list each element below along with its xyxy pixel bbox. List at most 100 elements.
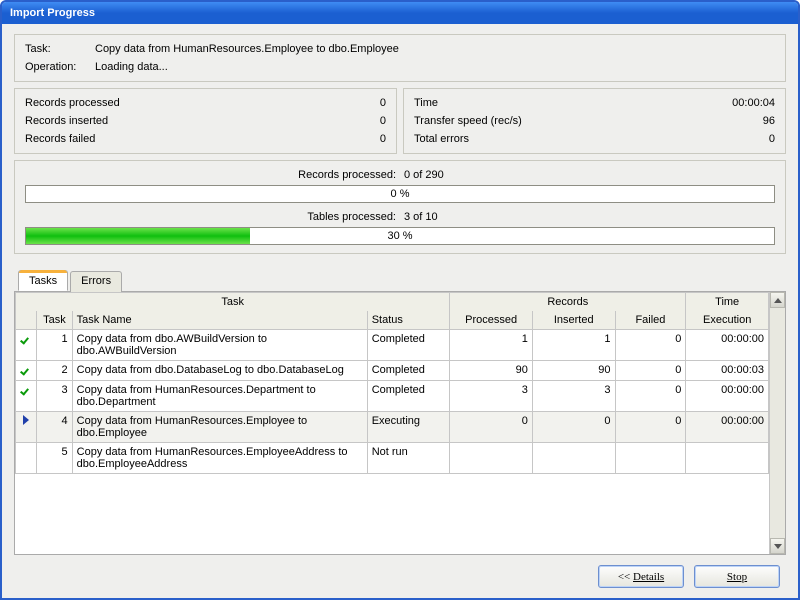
scroll-up-icon[interactable] — [770, 292, 785, 308]
task-execution — [686, 443, 769, 474]
task-failed: 0 — [615, 412, 686, 443]
tables-progress-bar: 30 % — [25, 227, 775, 245]
progress-panel: Records processed: 0 of 290 0 % Tables p… — [14, 160, 786, 254]
col-icon[interactable] — [16, 311, 37, 330]
records-progress-count: 0 of 290 — [400, 169, 775, 181]
task-name: Copy data from dbo.DatabaseLog to dbo.Da… — [72, 361, 367, 381]
records-progress-pct: 0 % — [26, 186, 774, 202]
task-status: Executing — [367, 412, 450, 443]
task-name: Copy data from HumanResources.Department… — [72, 381, 367, 412]
operation-label: Operation: — [25, 61, 95, 73]
task-status: Completed — [367, 381, 450, 412]
task-processed: 90 — [450, 361, 533, 381]
tab-tasks-label: Tasks — [29, 275, 57, 287]
tables-progress-caption: Tables processed: — [25, 211, 400, 223]
records-processed-value: 0 — [380, 97, 386, 109]
task-execution: 00:00:00 — [686, 412, 769, 443]
table-row[interactable]: 2Copy data from dbo.DatabaseLog to dbo.D… — [16, 361, 769, 381]
task-name: Copy data from HumanResources.EmployeeAd… — [72, 443, 367, 474]
task-processed: 1 — [450, 330, 533, 361]
time-label: Time — [414, 97, 438, 109]
records-failed-value: 0 — [380, 133, 386, 145]
records-progress-caption: Records processed: — [25, 169, 400, 181]
records-inserted-value: 0 — [380, 115, 386, 127]
task-inserted: 3 — [532, 381, 615, 412]
grid-scrollbar[interactable] — [769, 292, 785, 554]
records-progress-bar: 0 % — [25, 185, 775, 203]
stop-button-label: Stop — [727, 571, 747, 583]
speed-label: Transfer speed (rec/s) — [414, 115, 522, 127]
details-button-label: Details — [633, 571, 664, 583]
tab-errors-label: Errors — [81, 275, 111, 287]
scroll-down-icon[interactable] — [770, 538, 785, 554]
col-group-records[interactable]: Records — [450, 293, 686, 312]
table-row[interactable]: 4Copy data from HumanResources.Employee … — [16, 412, 769, 443]
col-task-idx[interactable]: Task — [37, 311, 72, 330]
titlebar[interactable]: Import Progress — [2, 2, 798, 24]
tables-progress-count: 3 of 10 — [400, 211, 775, 223]
task-failed: 0 — [615, 381, 686, 412]
task-status: Completed — [367, 361, 450, 381]
task-status: Completed — [367, 330, 450, 361]
task-index: 1 — [37, 330, 72, 361]
tabstrip: Tasks Errors — [14, 270, 786, 291]
table-row[interactable]: 1Copy data from dbo.AWBuildVersion to db… — [16, 330, 769, 361]
task-processed — [450, 443, 533, 474]
errors-label: Total errors — [414, 133, 469, 145]
col-processed[interactable]: Processed — [450, 311, 533, 330]
window-title: Import Progress — [10, 7, 95, 19]
task-failed: 0 — [615, 361, 686, 381]
details-button[interactable]: << Details — [598, 565, 684, 588]
col-group-time[interactable]: Time — [686, 293, 769, 312]
col-group-task[interactable]: Task — [16, 293, 450, 312]
task-index: 3 — [37, 381, 72, 412]
table-row[interactable]: 5Copy data from HumanResources.EmployeeA… — [16, 443, 769, 474]
records-failed-label: Records failed — [25, 133, 95, 145]
task-label: Task: — [25, 43, 95, 55]
tables-progress-pct: 30 % — [26, 228, 774, 244]
task-failed: 0 — [615, 330, 686, 361]
task-execution: 00:00:03 — [686, 361, 769, 381]
task-inserted — [532, 443, 615, 474]
records-inserted-label: Records inserted — [25, 115, 108, 127]
check-icon — [21, 364, 31, 374]
col-task-name[interactable]: Task Name — [72, 311, 367, 330]
check-icon — [21, 333, 31, 343]
col-failed[interactable]: Failed — [615, 311, 686, 330]
table-row[interactable]: 3Copy data from HumanResources.Departmen… — [16, 381, 769, 412]
stats-right-panel: Time 00:00:04 Transfer speed (rec/s) 96 … — [403, 88, 786, 154]
tab-tasks[interactable]: Tasks — [18, 270, 68, 291]
task-index: 5 — [37, 443, 72, 474]
task-value: Copy data from HumanResources.Employee t… — [95, 43, 399, 55]
tasks-grid[interactable]: Task Records Time Task Task Name Status … — [15, 292, 769, 554]
task-failed — [615, 443, 686, 474]
task-name: Copy data from HumanResources.Employee t… — [72, 412, 367, 443]
tab-errors[interactable]: Errors — [70, 271, 122, 292]
task-inserted: 90 — [532, 361, 615, 381]
current-row-icon — [23, 415, 29, 425]
task-index: 4 — [37, 412, 72, 443]
task-processed: 3 — [450, 381, 533, 412]
records-processed-label: Records processed — [25, 97, 120, 109]
speed-value: 96 — [763, 115, 775, 127]
operation-value: Loading data... — [95, 61, 168, 73]
task-index: 2 — [37, 361, 72, 381]
task-inserted: 1 — [532, 330, 615, 361]
task-inserted: 0 — [532, 412, 615, 443]
task-status: Not run — [367, 443, 450, 474]
stats-left-panel: Records processed 0 Records inserted 0 R… — [14, 88, 397, 154]
import-progress-window: Import Progress Task: Copy data from Hum… — [0, 0, 800, 600]
task-execution: 00:00:00 — [686, 330, 769, 361]
scroll-track[interactable] — [770, 308, 785, 538]
time-value: 00:00:04 — [732, 97, 775, 109]
task-processed: 0 — [450, 412, 533, 443]
task-panel: Task: Copy data from HumanResources.Empl… — [14, 34, 786, 82]
col-inserted[interactable]: Inserted — [532, 311, 615, 330]
col-execution[interactable]: Execution — [686, 311, 769, 330]
stop-button[interactable]: Stop — [694, 565, 780, 588]
task-name: Copy data from dbo.AWBuildVersion to dbo… — [72, 330, 367, 361]
errors-value: 0 — [769, 133, 775, 145]
check-icon — [21, 384, 31, 394]
col-status[interactable]: Status — [367, 311, 450, 330]
task-execution: 00:00:00 — [686, 381, 769, 412]
